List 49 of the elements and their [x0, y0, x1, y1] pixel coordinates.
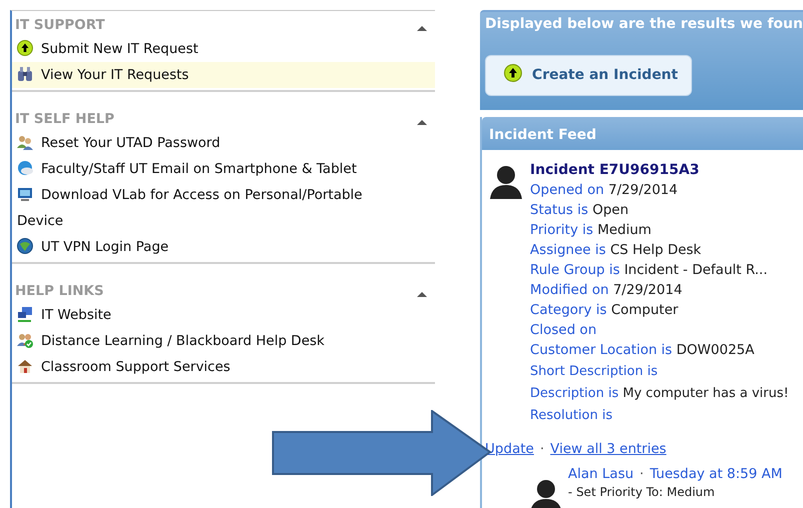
sidebar-item[interactable]: Download VLab for Access on Personal/Portable Device: [12, 182, 436, 234]
incident-field: Category is Computer: [530, 300, 789, 320]
incident-field: Closed on: [530, 320, 789, 340]
collapse-icon[interactable]: [417, 120, 428, 124]
sidebar-item[interactable]: View Your IT Requests: [12, 62, 436, 88]
collapse-icon[interactable]: [417, 292, 428, 296]
results-message: Displayed below are the results we foun: [485, 15, 803, 34]
section-header: IT SUPPORT: [15, 16, 105, 35]
incident-field: Modified on 7/29/2014: [530, 280, 789, 300]
sidebar-item[interactable]: Classroom Support Services: [12, 354, 436, 380]
collapse-icon[interactable]: [417, 26, 428, 30]
globe-icon: [17, 238, 33, 254]
house-icon: [17, 358, 33, 374]
create-incident-button[interactable]: Create an Incident: [485, 55, 692, 96]
section-header: HELP LINKS: [15, 282, 104, 301]
person-icon: [488, 165, 524, 199]
entry-text: - Set Priority To: Medium: [568, 484, 716, 502]
incident-field: Resolution is: [530, 406, 789, 426]
sidebar-item[interactable]: Distance Learning / Blackboard Help Desk: [12, 328, 436, 354]
feed-link[interactable]: Update: [485, 439, 534, 460]
cloud-icon: [17, 160, 33, 176]
incident-field: Short Description is: [530, 362, 789, 382]
sidebar-item[interactable]: Reset Your UTAD Password: [12, 130, 436, 156]
sidebar-item[interactable]: UT VPN Login Page: [12, 234, 436, 260]
incident-field: Customer Location is DOW0025A: [530, 340, 789, 360]
author-link[interactable]: Alan Lasu: [568, 465, 634, 484]
separator-dot: ·: [540, 440, 544, 459]
section-header: IT SELF HELP: [15, 110, 114, 129]
monitor-icon: [17, 186, 33, 202]
time-link[interactable]: Tuesday at 8:59 AM: [650, 465, 782, 484]
incident-field: Priority is Medium: [530, 220, 789, 240]
incident-field: Description is My computer has a virus!: [530, 384, 789, 404]
binoculars-icon: [17, 66, 33, 82]
users-check-icon: [17, 332, 33, 348]
incident-field: Assignee is CS Help Desk: [530, 240, 789, 260]
sidebar-item[interactable]: Submit New IT Request: [12, 36, 436, 62]
network-icon: [17, 306, 33, 322]
upload-icon: [17, 40, 33, 56]
feed-link[interactable]: View all 3 entries: [550, 439, 666, 460]
incident-field: Opened on 7/29/2014: [530, 180, 789, 200]
feed-header: Incident Feed: [482, 117, 803, 150]
incident-field: Rule Group is Incident - Default R...: [530, 260, 789, 280]
users-icon: [17, 134, 33, 150]
sidebar-item[interactable]: Faculty/Staff UT Email on Smartphone & Tablet: [12, 156, 436, 182]
separator-dot: ·: [640, 465, 644, 484]
upload-icon: [504, 64, 522, 82]
incident-title: Incident E7U96915A3: [530, 161, 700, 180]
incident-field: Status is Open: [530, 200, 789, 220]
sidebar-item[interactable]: IT Website: [12, 302, 436, 328]
